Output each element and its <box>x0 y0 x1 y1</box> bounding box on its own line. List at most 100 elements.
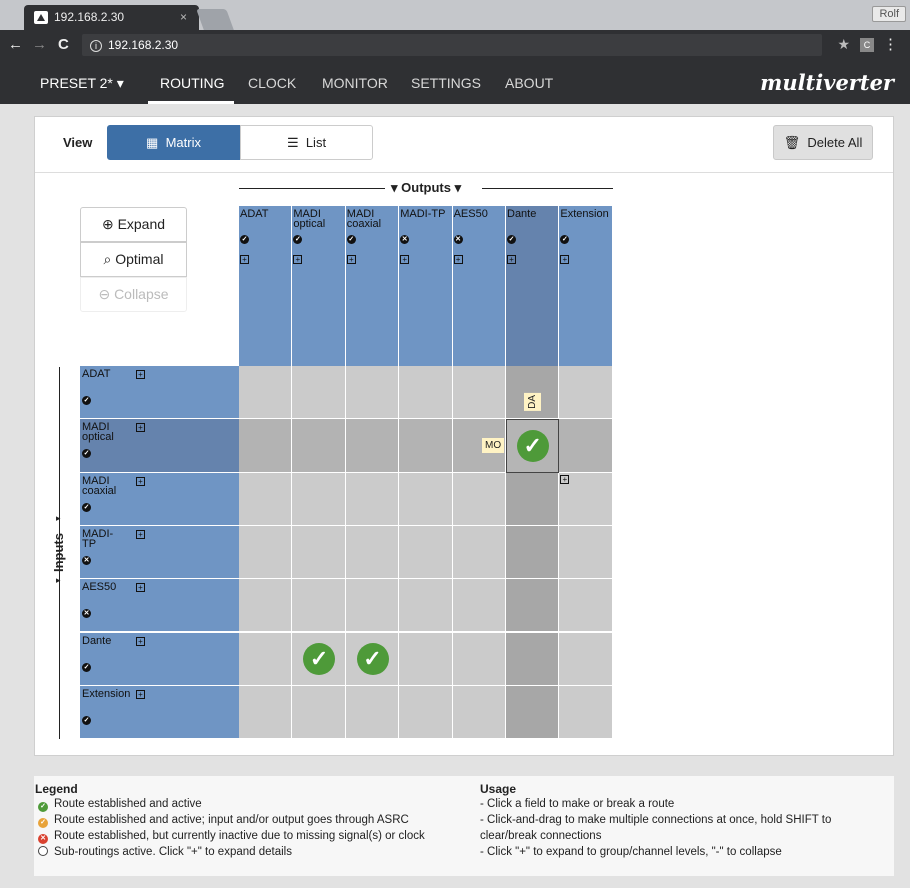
matrix-cell[interactable] <box>292 366 346 420</box>
matrix-cell[interactable] <box>292 579 346 633</box>
reload-icon[interactable]: C <box>58 36 69 53</box>
matrix-cell[interactable] <box>399 472 453 526</box>
input-header[interactable]: Extension + ✓ <box>80 685 239 740</box>
output-header[interactable]: MADI optical ✓ + <box>292 206 346 366</box>
extension-icon[interactable]: C <box>860 38 874 52</box>
output-header[interactable]: AES50 ✕ + <box>452 206 506 366</box>
matrix-cell[interactable] <box>345 472 400 526</box>
matrix-cell[interactable] <box>506 632 560 686</box>
matrix-cell[interactable] <box>559 579 613 633</box>
expand-plus-icon[interactable]: + <box>136 423 145 433</box>
expand-plus-icon[interactable]: + <box>293 255 303 264</box>
matrix-cell[interactable] <box>239 579 293 633</box>
matrix-cell[interactable] <box>239 472 293 526</box>
matrix-cell[interactable] <box>239 685 293 740</box>
forward-arrow-icon[interactable]: → <box>32 36 47 53</box>
output-header[interactable]: MADI coaxial ✓ + <box>345 206 400 366</box>
input-header[interactable]: MADI coaxial + ✓ <box>80 472 239 526</box>
matrix-cell[interactable] <box>345 419 400 473</box>
matrix-cell[interactable] <box>559 685 613 740</box>
matrix-cell[interactable] <box>399 525 453 580</box>
route-active-check-icon[interactable]: ✓ <box>516 429 549 462</box>
matrix-cell[interactable] <box>345 366 400 420</box>
bookmark-star-icon[interactable]: ★ <box>837 36 850 53</box>
matrix-cell[interactable] <box>399 366 453 420</box>
route-active-check-icon[interactable]: ✓ <box>356 643 389 676</box>
input-header[interactable]: ADAT + ✓ <box>80 366 239 420</box>
info-icon[interactable]: i <box>90 40 102 52</box>
expand-plus-icon[interactable]: + <box>136 583 145 593</box>
expand-button[interactable]: ⊕ Expand <box>80 207 187 242</box>
new-tab-button[interactable] <box>196 9 234 30</box>
back-arrow-icon[interactable]: ← <box>8 36 23 53</box>
matrix-cell[interactable] <box>239 419 293 473</box>
tab-close-icon[interactable]: × <box>180 5 187 30</box>
output-header[interactable]: MADI-TP ✕ + <box>399 206 453 366</box>
matrix-cell[interactable] <box>452 525 506 580</box>
list-view-button[interactable]: ☰ List <box>240 125 373 160</box>
matrix-cell[interactable] <box>506 685 560 740</box>
matrix-cell[interactable] <box>345 579 400 633</box>
expand-plus-icon[interactable]: + <box>560 474 570 484</box>
expand-plus-icon[interactable]: + <box>136 689 145 699</box>
browser-tab[interactable]: 192.168.2.30 × <box>24 5 199 30</box>
matrix-cell[interactable] <box>506 472 560 526</box>
nav-settings[interactable]: SETTINGS <box>411 75 481 91</box>
output-header[interactable]: Extension ✓ + <box>559 206 613 366</box>
output-header[interactable]: Dante ✓ + <box>506 206 560 366</box>
matrix-cell[interactable] <box>506 525 560 580</box>
address-field[interactable]: i 192.168.2.30 <box>82 34 822 56</box>
matrix-cell[interactable] <box>239 525 293 580</box>
delete-all-button[interactable]: 🗑 Delete All <box>773 125 873 160</box>
matrix-cell[interactable] <box>292 685 346 740</box>
matrix-cell[interactable] <box>239 632 293 686</box>
browser-menu-icon[interactable]: ⋮ <box>883 35 898 53</box>
nav-monitor[interactable]: MONITOR <box>322 75 388 91</box>
expand-plus-icon[interactable]: + <box>507 255 516 264</box>
outputs-title[interactable]: ▾ Outputs ▾ <box>391 180 461 196</box>
expand-plus-icon[interactable]: + <box>560 255 570 264</box>
input-header[interactable]: AES50 + ✕ <box>80 579 239 633</box>
nav-about[interactable]: ABOUT <box>505 75 553 91</box>
expand-plus-icon[interactable]: + <box>136 529 145 539</box>
expand-plus-icon[interactable]: + <box>136 476 145 486</box>
expand-plus-icon[interactable]: + <box>136 636 145 646</box>
matrix-cell[interactable] <box>506 579 560 633</box>
profile-button[interactable]: Rolf <box>872 6 906 22</box>
matrix-cell[interactable] <box>345 685 400 740</box>
expand-plus-icon[interactable]: + <box>453 255 463 264</box>
matrix-cell[interactable] <box>292 525 346 580</box>
matrix-cell[interactable] <box>559 632 613 686</box>
inputs-title[interactable]: Inputs <box>51 533 66 572</box>
matrix-cell[interactable] <box>559 419 613 473</box>
optimal-button[interactable]: ⌕ Optimal <box>80 242 187 277</box>
expand-plus-icon[interactable]: + <box>400 255 410 264</box>
input-header[interactable]: Dante + ✓ <box>80 632 239 686</box>
matrix-cell[interactable] <box>452 366 506 420</box>
preset-dropdown[interactable]: PRESET 2* ▾ <box>40 75 124 92</box>
matrix-cell[interactable] <box>452 685 506 740</box>
matrix-view-button[interactable]: ▦ Matrix <box>107 125 240 160</box>
nav-clock[interactable]: CLOCK <box>248 75 296 91</box>
output-header[interactable]: ADAT ✓ + <box>239 206 293 366</box>
matrix-cell[interactable] <box>292 472 346 526</box>
matrix-cell[interactable] <box>345 525 400 580</box>
matrix-cell[interactable] <box>292 419 346 473</box>
collapse-button[interactable]: ⊖ Collapse <box>80 277 187 312</box>
nav-routing[interactable]: ROUTING <box>160 75 225 91</box>
matrix-cell[interactable] <box>452 472 506 526</box>
expand-plus-icon[interactable]: + <box>240 255 249 264</box>
matrix-cell[interactable] <box>399 419 453 473</box>
matrix-cell[interactable] <box>399 685 453 740</box>
matrix-cell[interactable] <box>559 525 613 580</box>
expand-plus-icon[interactable]: + <box>136 370 145 379</box>
matrix-cell[interactable] <box>399 579 453 633</box>
matrix-cell[interactable] <box>452 632 506 686</box>
matrix-cell[interactable] <box>239 366 293 420</box>
input-header[interactable]: MADI optical + ✓ <box>80 419 239 473</box>
route-active-check-icon[interactable]: ✓ <box>303 643 336 676</box>
matrix-cell[interactable] <box>399 632 453 686</box>
input-header[interactable]: MADI-TP + ✕ <box>80 525 239 580</box>
matrix-cell[interactable] <box>559 366 613 420</box>
matrix-cell[interactable] <box>452 579 506 633</box>
